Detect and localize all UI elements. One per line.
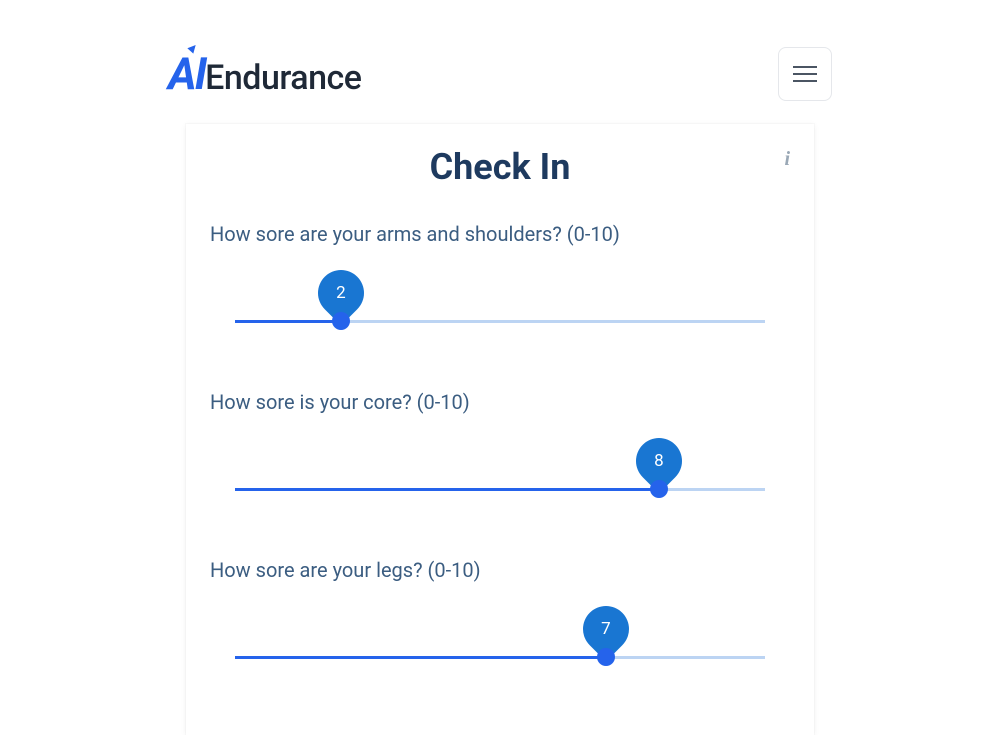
brand-logo[interactable]: AI Endurance bbox=[168, 48, 362, 100]
question-legs: How sore are your legs? (0-10) 7 bbox=[210, 558, 790, 678]
slider-thumb[interactable] bbox=[332, 312, 350, 330]
question-label: How sore is your core? (0-10) bbox=[210, 390, 790, 414]
question-arms: How sore are your arms and shoulders? (0… bbox=[210, 222, 790, 342]
brand-mark: AI bbox=[168, 48, 205, 100]
slider-fill bbox=[235, 320, 341, 323]
slider-fill bbox=[235, 488, 659, 491]
soreness-slider-legs[interactable]: 7 bbox=[235, 638, 765, 678]
slider-thumb[interactable] bbox=[650, 480, 668, 498]
soreness-slider-arms[interactable]: 2 bbox=[235, 302, 765, 342]
slider-thumb[interactable] bbox=[597, 648, 615, 666]
panel-title: Check In bbox=[430, 146, 571, 188]
menu-button[interactable] bbox=[778, 47, 832, 101]
hamburger-icon bbox=[793, 66, 817, 82]
info-icon[interactable]: i bbox=[784, 148, 790, 171]
soreness-slider-core[interactable]: 8 bbox=[235, 470, 765, 510]
question-label: How sore are your arms and shoulders? (0… bbox=[210, 222, 790, 246]
question-label: How sore are your legs? (0-10) bbox=[210, 558, 790, 582]
header: AI Endurance bbox=[0, 44, 1000, 104]
slider-fill bbox=[235, 656, 606, 659]
question-core: How sore is your core? (0-10) 8 bbox=[210, 390, 790, 510]
panel-title-row: Check In i bbox=[210, 146, 790, 188]
brand-text: Endurance bbox=[205, 58, 361, 98]
check-in-panel: Check In i How sore are your arms and sh… bbox=[186, 124, 814, 735]
app-frame: AI Endurance Check In i How sore are you… bbox=[0, 0, 1000, 735]
